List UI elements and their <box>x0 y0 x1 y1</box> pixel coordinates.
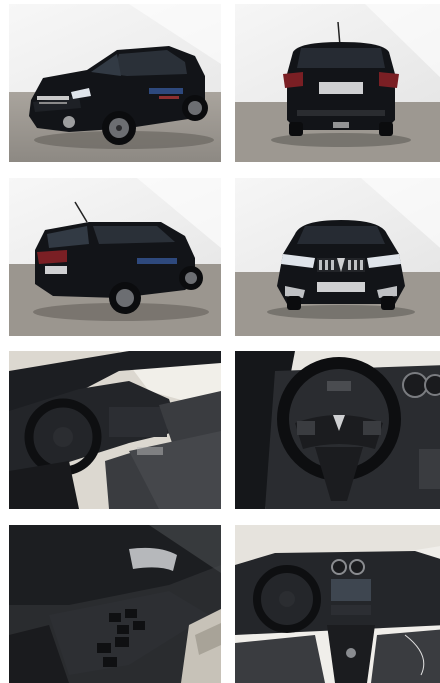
gallery-photo-6[interactable] <box>235 351 440 509</box>
gallery-photo-2[interactable] <box>235 4 440 162</box>
gallery-photo-1[interactable] <box>9 4 221 162</box>
gallery-photo-5[interactable] <box>9 351 221 509</box>
car-front-three-quarter-photo <box>9 4 221 162</box>
gallery-photo-3[interactable] <box>9 178 221 336</box>
photo-gallery <box>0 0 440 683</box>
gallery-photo-4[interactable] <box>235 178 440 336</box>
gallery-photo-7[interactable] <box>9 525 221 683</box>
gallery-photo-8[interactable] <box>235 525 440 683</box>
dashboard-photo <box>235 525 440 683</box>
car-front-photo <box>235 178 440 336</box>
car-rear-three-quarter-photo <box>9 178 221 336</box>
car-rear-photo <box>235 4 440 162</box>
steering-wheel-photo <box>235 351 440 509</box>
door-panel-photo <box>9 525 221 683</box>
interior-driver-side-photo <box>9 351 221 509</box>
